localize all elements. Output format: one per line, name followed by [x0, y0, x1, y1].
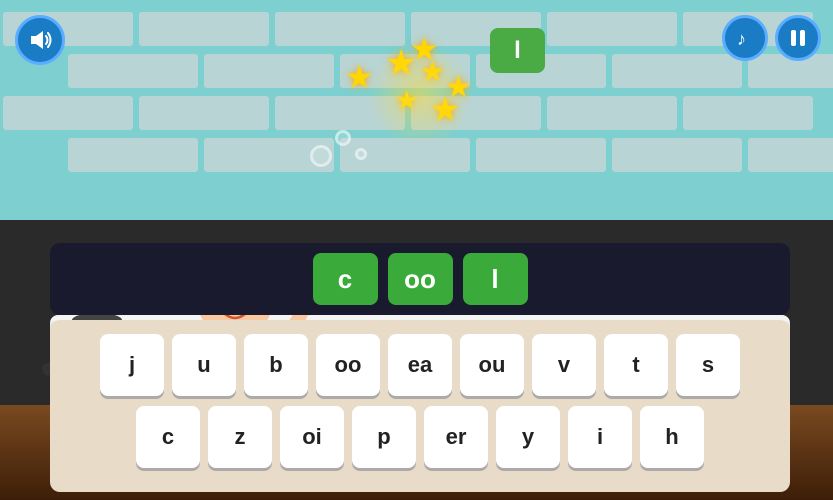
bubble-1 — [310, 145, 332, 167]
key-j[interactable]: j — [100, 334, 164, 396]
letter-display: l — [490, 28, 545, 73]
word-tile-oo: oo — [388, 253, 453, 305]
key-h[interactable]: h — [640, 406, 704, 468]
key-v[interactable]: v — [532, 334, 596, 396]
keyboard-row-1: j u b oo ea ou v t s — [68, 334, 772, 396]
key-c[interactable]: c — [136, 406, 200, 468]
star-1: ★ — [345, 58, 374, 96]
key-t[interactable]: t — [604, 334, 668, 396]
key-z[interactable]: z — [208, 406, 272, 468]
pause-button[interactable] — [775, 15, 821, 61]
word-tile-l: l — [463, 253, 528, 305]
music-button[interactable]: ♪ — [722, 15, 768, 61]
word-tile-c: c — [313, 253, 378, 305]
star-7: ★ — [395, 85, 418, 116]
key-y[interactable]: y — [496, 406, 560, 468]
key-p[interactable]: p — [352, 406, 416, 468]
key-s[interactable]: s — [676, 334, 740, 396]
key-u[interactable]: u — [172, 334, 236, 396]
key-ou[interactable]: ou — [460, 334, 524, 396]
sound-button[interactable] — [15, 15, 65, 65]
bubble-3 — [355, 148, 367, 160]
music-icon: ♪ — [734, 27, 756, 49]
key-ea[interactable]: ea — [388, 334, 452, 396]
word-display-panel: c oo l — [50, 243, 790, 315]
phonics-keyboard: j u b oo ea ou v t s c z oi p er y i h — [50, 320, 790, 492]
game-container: 🐻 ★ ★ ★ ★ ★ ★ ★ — [0, 0, 833, 500]
key-i[interactable]: i — [568, 406, 632, 468]
key-oo[interactable]: oo — [316, 334, 380, 396]
svg-text:♪: ♪ — [737, 29, 746, 49]
star-6: ★ — [430, 90, 460, 130]
bubble-2 — [335, 130, 351, 146]
letter-text: l — [514, 37, 521, 65]
key-oi[interactable]: oi — [280, 406, 344, 468]
key-er[interactable]: er — [424, 406, 488, 468]
sound-icon — [27, 27, 53, 53]
star-4: ★ — [410, 30, 439, 68]
keyboard-row-2: c z oi p er y i h — [68, 406, 772, 468]
key-b[interactable]: b — [244, 334, 308, 396]
pause-icon — [788, 28, 808, 48]
